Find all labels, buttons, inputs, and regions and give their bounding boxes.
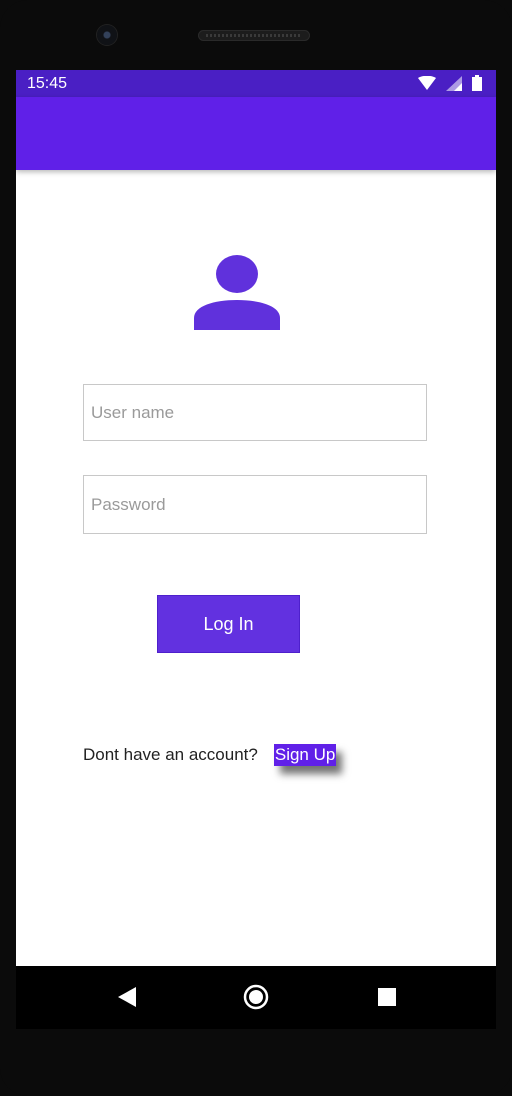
front-camera bbox=[97, 25, 117, 45]
password-field[interactable] bbox=[83, 475, 427, 534]
status-time: 15:45 bbox=[27, 75, 68, 92]
user-avatar-icon bbox=[194, 254, 280, 330]
password-input[interactable] bbox=[84, 476, 426, 533]
status-icons bbox=[418, 75, 482, 96]
recents-square-icon[interactable] bbox=[374, 984, 400, 1010]
cellular-signal-icon bbox=[446, 75, 462, 96]
app-toolbar bbox=[16, 97, 496, 170]
login-button[interactable]: Log In bbox=[157, 595, 300, 653]
home-circle-icon[interactable] bbox=[243, 984, 269, 1010]
signup-row: Dont have an account? Sign Up bbox=[83, 744, 337, 766]
username-input[interactable] bbox=[84, 385, 426, 440]
phone-device-frame: 15:45 User name Log In Dont have an acco… bbox=[0, 0, 512, 1096]
signup-link[interactable]: Sign Up bbox=[273, 744, 337, 766]
back-triangle-icon[interactable] bbox=[114, 984, 140, 1010]
status-bar: 15:45 bbox=[16, 70, 496, 97]
app-screen: 15:45 User name Log In Dont have an acco… bbox=[16, 70, 496, 1029]
battery-icon bbox=[472, 75, 482, 96]
system-navigation-bar bbox=[16, 966, 496, 1029]
username-field[interactable] bbox=[83, 384, 427, 441]
wifi-icon bbox=[418, 75, 436, 96]
signup-prompt-text: Dont have an account? bbox=[83, 745, 258, 764]
earpiece-speaker bbox=[198, 30, 310, 41]
